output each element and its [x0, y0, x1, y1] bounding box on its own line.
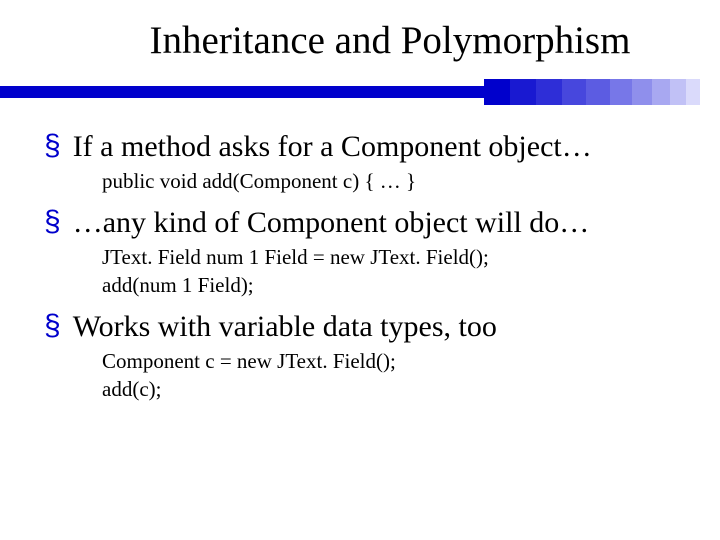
accent-bar	[0, 86, 484, 98]
bullet-text: …any kind of Component object will do…	[73, 205, 590, 241]
bullet-sub: JText. Field num 1 Field = new JText. Fi…	[102, 243, 678, 299]
accent-square	[536, 79, 562, 105]
slide: Inheritance and Polymorphism § If a meth…	[0, 0, 720, 540]
code-line: JText. Field num 1 Field = new JText. Fi…	[102, 243, 678, 271]
code-line: Component c = new JText. Field();	[102, 347, 678, 375]
bullet-line: § …any kind of Component object will do…	[72, 205, 678, 241]
accent-square	[562, 79, 586, 105]
bullet-item: § If a method asks for a Component objec…	[72, 129, 678, 195]
square-bullet-icon: §	[44, 129, 61, 163]
bullet-line: § If a method asks for a Component objec…	[72, 129, 678, 165]
bullet-line: § Works with variable data types, too	[72, 309, 678, 345]
accent-square	[510, 79, 536, 105]
code-line: add(c);	[102, 375, 678, 403]
code-line: add(num 1 Field);	[102, 271, 678, 299]
bullet-item: § …any kind of Component object will do……	[72, 205, 678, 299]
bullet-text: If a method asks for a Component object…	[73, 129, 592, 165]
accent-square	[484, 79, 510, 105]
accent-square	[610, 79, 632, 105]
accent-square	[670, 79, 686, 105]
bullet-sub: public void add(Component c) { … }	[102, 167, 678, 195]
accent-square	[632, 79, 652, 105]
accent-square	[652, 79, 670, 105]
accent-square	[586, 79, 610, 105]
bullet-text: Works with variable data types, too	[73, 309, 497, 345]
slide-content: § If a method asks for a Component objec…	[0, 129, 720, 403]
bullet-sub: Component c = new JText. Field(); add(c)…	[102, 347, 678, 403]
accent-squares	[484, 79, 700, 105]
slide-title: Inheritance and Polymorphism	[100, 18, 680, 63]
square-bullet-icon: §	[44, 309, 61, 343]
code-line: public void add(Component c) { … }	[102, 167, 678, 195]
square-bullet-icon: §	[44, 205, 61, 239]
accent-divider	[0, 79, 720, 105]
accent-square	[686, 79, 700, 105]
bullet-item: § Works with variable data types, too Co…	[72, 309, 678, 403]
